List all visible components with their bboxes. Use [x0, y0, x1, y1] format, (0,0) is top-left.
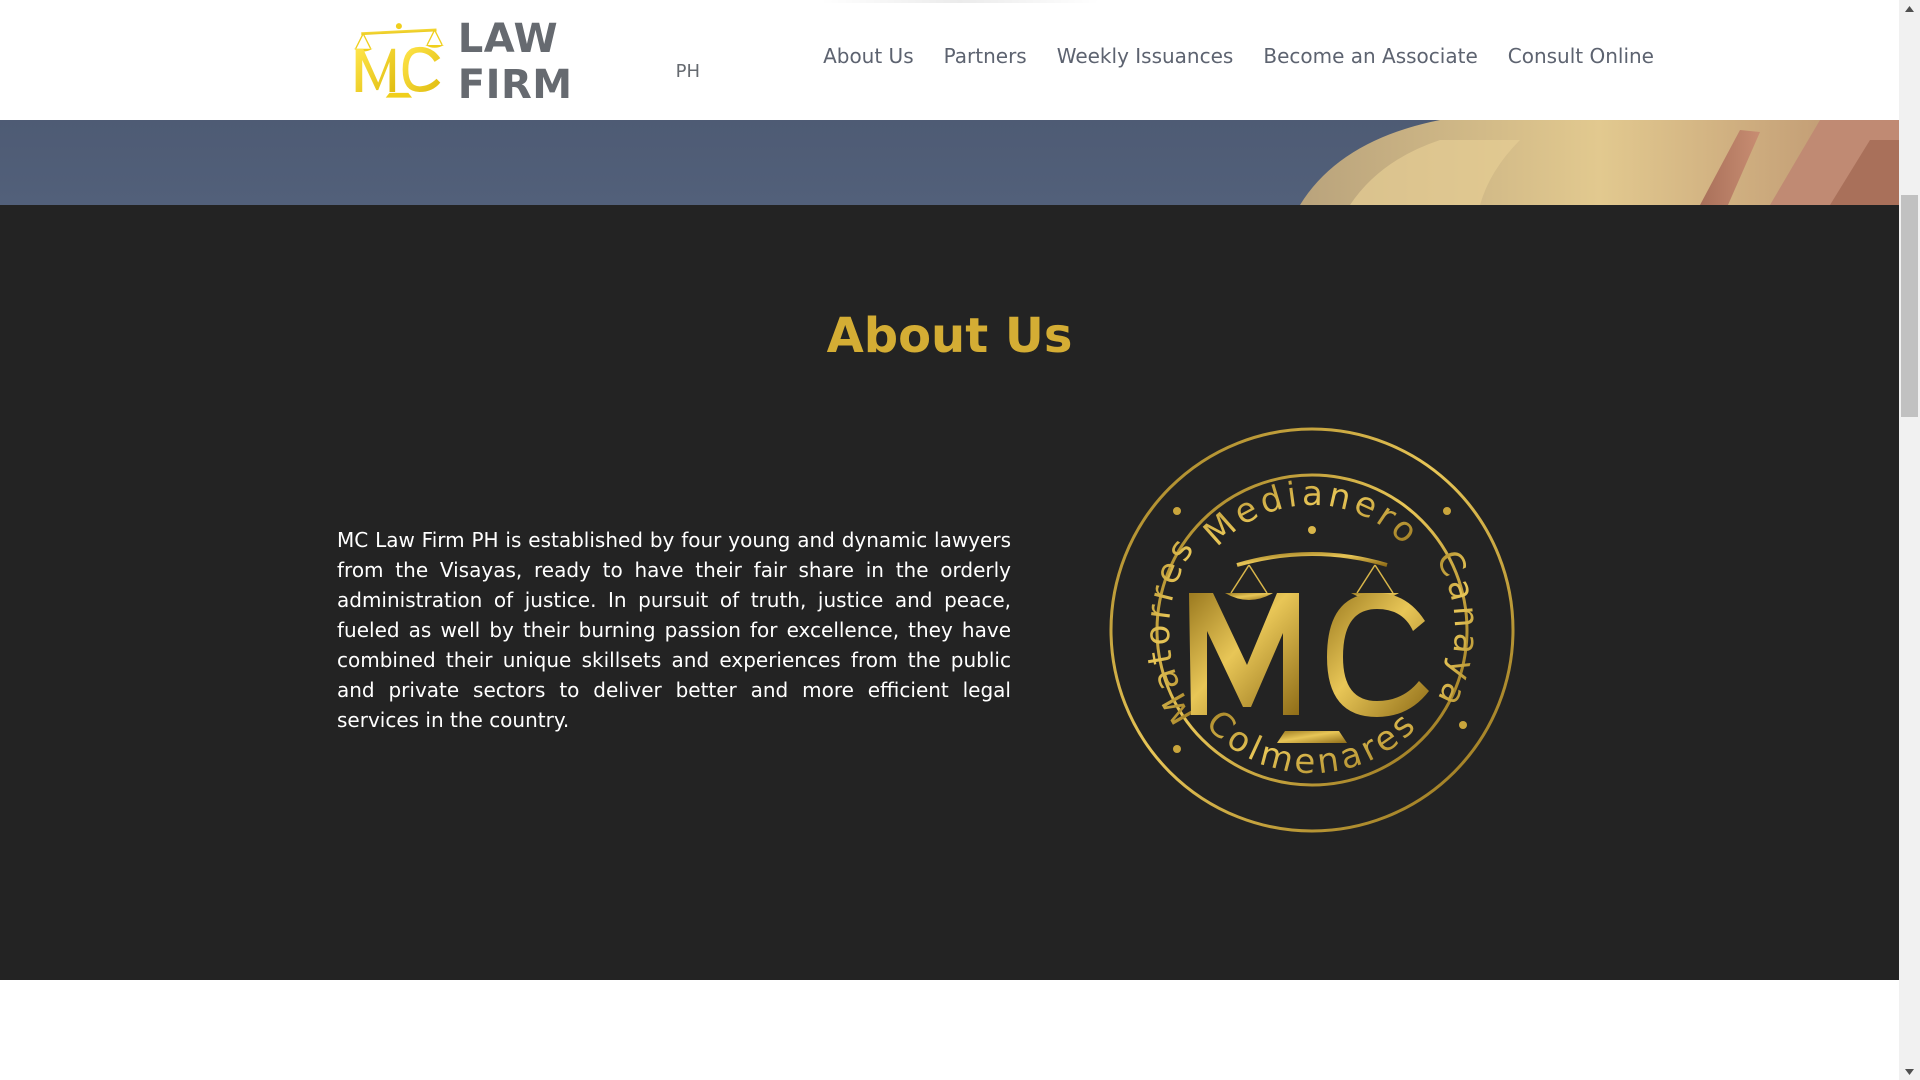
nav-partners[interactable]: Partners — [944, 44, 1027, 68]
nav-consult-online[interactable]: Consult Online — [1508, 44, 1654, 68]
logo-link[interactable]: LAW FIRM PH — [350, 14, 700, 108]
page-viewport: LAW FIRM PH About Us Partners Weekly Iss… — [0, 0, 1899, 1080]
next-section — [0, 980, 1899, 1080]
page-scrollbar[interactable] — [1899, 0, 1920, 1080]
scrollbar-thumb[interactable] — [1901, 195, 1918, 417]
logo-wordmark: LAW FIRM — [457, 16, 573, 108]
nav-weekly-issuances[interactable]: Weekly Issuances — [1057, 44, 1234, 68]
triangle-up-icon[interactable] — [1899, 0, 1920, 17]
nav-become-an-associate[interactable]: Become an Associate — [1263, 44, 1477, 68]
site-header: LAW FIRM PH About Us Partners Weekly Iss… — [0, 0, 1899, 120]
header-divider — [820, 0, 1100, 3]
hero-banner-image — [0, 120, 1899, 205]
main-navigation: About Us Partners Weekly Issuances Becom… — [823, 44, 1654, 68]
about-description: MC Law Firm PH is established by four yo… — [337, 528, 1011, 732]
seal-right-name: Canaya — [1428, 544, 1483, 716]
svg-text:Canaya: Canaya — [1428, 544, 1487, 716]
firm-seal-logo: Medianero Canaya Matorres Colmenares — [1109, 427, 1515, 833]
about-section: About Us MC Law Firm PH is established b… — [0, 205, 1899, 980]
nav-about-us[interactable]: About Us — [823, 44, 914, 68]
scales-of-justice-icon — [353, 23, 445, 98]
logo-suffix: PH — [675, 60, 700, 82]
section-title: About Us — [826, 308, 1073, 364]
triangle-down-icon[interactable] — [1899, 1063, 1920, 1080]
gavel-image — [1300, 120, 1899, 205]
